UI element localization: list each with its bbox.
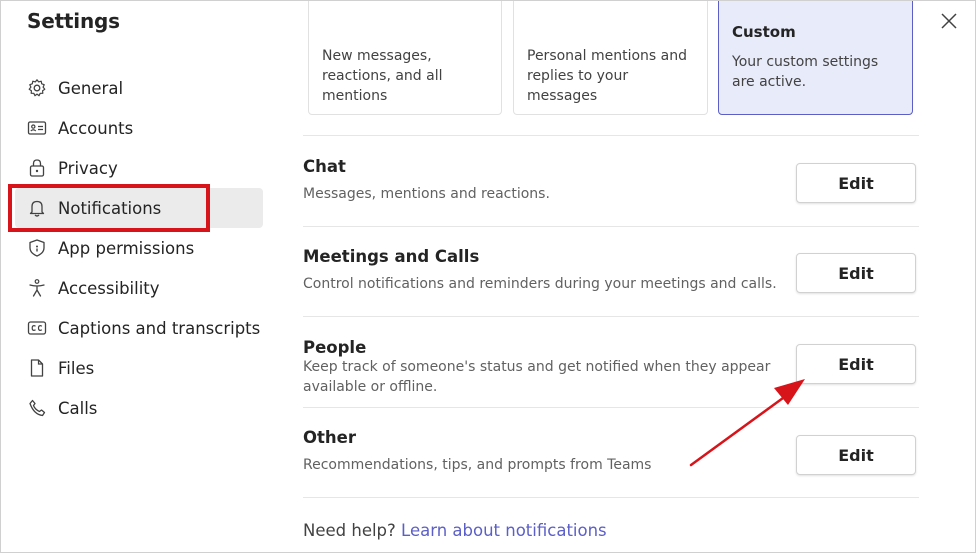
shield-icon <box>27 238 47 258</box>
preset-description: Your custom settings are active. <box>732 54 879 90</box>
divider <box>303 497 919 498</box>
section-title: People <box>303 338 367 357</box>
sidebar-item-label: Notifications <box>58 198 162 218</box>
sidebar-item-accessibility[interactable]: Accessibility <box>15 268 263 308</box>
divider <box>303 226 919 227</box>
sidebar-item-label: Privacy <box>58 158 118 178</box>
section-people: People Keep track of someone's status an… <box>303 338 773 397</box>
close-button[interactable] <box>935 7 963 35</box>
sidebar-item-label: App permissions <box>58 238 195 258</box>
preset-title: Custom <box>732 23 796 41</box>
sidebar-item-label: Accounts <box>58 118 134 138</box>
cc-icon <box>27 318 47 338</box>
notification-presets: New messages, reactions, and all mention… <box>308 1 914 115</box>
preset-description: Personal mentions and replies to your me… <box>527 48 687 104</box>
sidebar-item-label: Calls <box>58 398 98 418</box>
close-icon <box>941 13 957 29</box>
sidebar-item-app-permissions[interactable]: App permissions <box>15 228 263 268</box>
sidebar-item-privacy[interactable]: Privacy <box>15 148 263 188</box>
help-text: Need help? Learn about notifications <box>303 521 607 540</box>
help-label: Need help? <box>303 521 396 540</box>
accessibility-icon <box>27 278 47 298</box>
sidebar-item-label: Accessibility <box>58 278 160 298</box>
id-card-icon <box>27 118 47 138</box>
sidebar-item-label: General <box>58 78 124 98</box>
divider <box>303 407 919 408</box>
preset-card-default[interactable]: New messages, reactions, and all mention… <box>308 1 502 115</box>
phone-icon <box>27 398 47 418</box>
lock-icon <box>27 158 47 178</box>
divider <box>303 316 919 317</box>
other-edit-button[interactable]: Edit <box>796 435 916 475</box>
bell-icon <box>27 198 47 218</box>
sidebar-item-captions[interactable]: Captions and transcripts <box>15 308 263 348</box>
sidebar-item-label: Files <box>58 358 95 378</box>
window-title: Settings <box>27 9 120 33</box>
file-icon <box>27 358 47 378</box>
meetings-calls-edit-button[interactable]: Edit <box>796 253 916 293</box>
preset-card-mentions[interactable]: Personal mentions and replies to your me… <box>513 1 708 115</box>
settings-window: Settings General Accounts Privacy Notifi… <box>0 0 976 553</box>
section-description: Keep track of someone's status and get n… <box>303 359 771 395</box>
preset-card-custom[interactable]: Custom Your custom settings are active. <box>718 1 913 115</box>
sidebar-item-accounts[interactable]: Accounts <box>15 108 263 148</box>
learn-more-link[interactable]: Learn about notifications <box>401 521 607 540</box>
sidebar-item-label: Captions and transcripts <box>58 318 261 338</box>
preset-description: New messages, reactions, and all mention… <box>322 48 443 104</box>
sidebar-item-general[interactable]: General <box>15 68 263 108</box>
sidebar-item-files[interactable]: Files <box>15 348 263 388</box>
chat-edit-button[interactable]: Edit <box>796 163 916 203</box>
sidebar-item-notifications[interactable]: Notifications <box>15 188 263 228</box>
people-edit-button[interactable]: Edit <box>796 344 916 384</box>
gear-icon <box>27 78 47 98</box>
sidebar-item-calls[interactable]: Calls <box>15 388 263 428</box>
divider <box>303 135 919 136</box>
